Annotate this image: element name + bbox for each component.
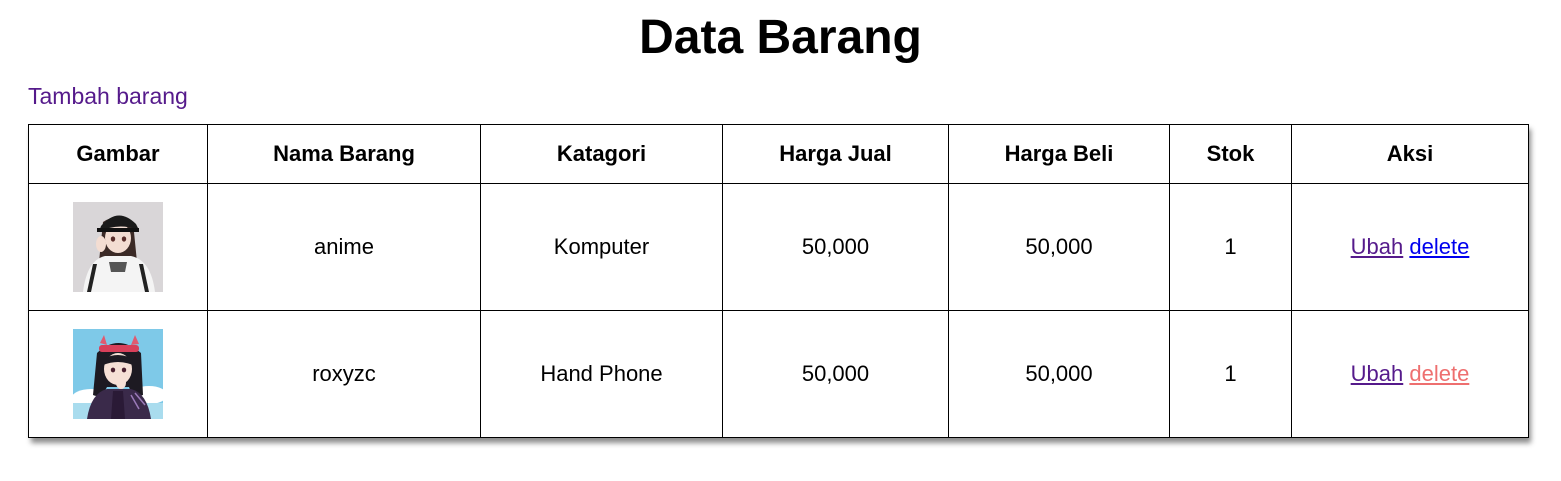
stok-cell: 1 xyxy=(1169,310,1292,438)
header-harga-beli: Harga Beli xyxy=(948,124,1170,184)
harga-jual-cell: 50,000 xyxy=(722,183,949,311)
kategori-cell: Komputer xyxy=(480,183,723,311)
aksi-cell: Ubah delete xyxy=(1291,183,1529,311)
product-image xyxy=(73,329,163,419)
image-cell xyxy=(28,183,208,311)
nama-barang-cell: anime xyxy=(207,183,481,311)
table-row: roxyzc Hand Phone 50,000 50,000 1 Ubah d… xyxy=(28,310,1529,438)
header-harga-jual: Harga Jual xyxy=(722,124,949,184)
edit-link[interactable]: Ubah xyxy=(1351,361,1404,386)
stok-cell: 1 xyxy=(1169,183,1292,311)
table-header-row: Gambar Nama Barang Katagori Harga Jual H… xyxy=(28,124,1529,184)
image-cell xyxy=(28,310,208,438)
delete-link[interactable]: delete xyxy=(1409,361,1469,386)
edit-link[interactable]: Ubah xyxy=(1351,234,1404,259)
kategori-cell: Hand Phone xyxy=(480,310,723,438)
header-nama-barang: Nama Barang xyxy=(207,124,481,184)
header-stok: Stok xyxy=(1169,124,1292,184)
harga-beli-cell: 50,000 xyxy=(948,310,1170,438)
page-title: Data Barang xyxy=(639,11,922,64)
header-aksi: Aksi xyxy=(1291,124,1529,184)
aksi-cell: Ubah delete xyxy=(1291,310,1529,438)
harga-beli-cell: 50,000 xyxy=(948,183,1170,311)
add-item-link[interactable]: Tambah barang xyxy=(28,82,188,110)
items-table-container: Gambar Nama Barang Katagori Harga Jual H… xyxy=(28,124,1529,438)
delete-link[interactable]: delete xyxy=(1409,234,1469,259)
table-row: anime Komputer 50,000 50,000 1 Ubah dele… xyxy=(28,183,1529,311)
items-table: Gambar Nama Barang Katagori Harga Jual H… xyxy=(28,124,1529,438)
header-kategori: Katagori xyxy=(480,124,723,184)
header-gambar: Gambar xyxy=(28,124,208,184)
harga-jual-cell: 50,000 xyxy=(722,310,949,438)
product-image xyxy=(73,202,163,292)
nama-barang-cell: roxyzc xyxy=(207,310,481,438)
